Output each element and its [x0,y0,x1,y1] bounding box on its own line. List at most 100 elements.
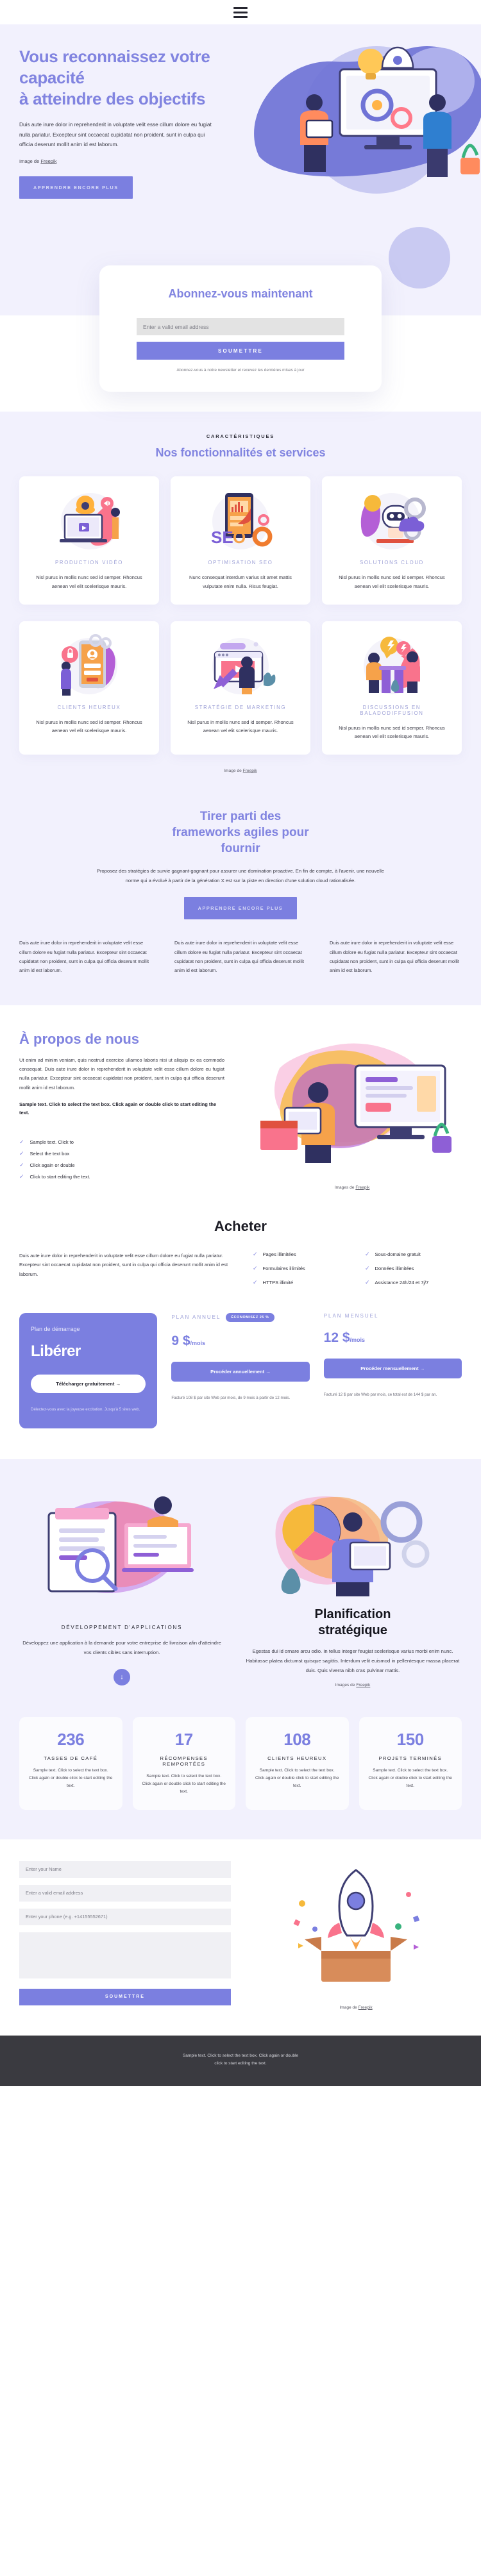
feature-card[interactable]: SOLUTIONS CLOUD Nisl purus in mollis nun… [322,476,462,605]
check-icon: ✓ [253,1264,258,1271]
pricing-feature-label: Données illimitées [375,1265,414,1271]
checklist-item: ✓ Select the text box [19,1150,224,1157]
pricing-feature-label: Sous-domaine gratuit [375,1251,421,1257]
plan-kicker: Plan de démarrage [31,1325,80,1332]
check-icon: ✓ [365,1278,370,1285]
hero-paragraph: Duis aute irure dolor in reprehenderit i… [19,121,212,147]
pricing-feature-label: HTTPS illimité [262,1279,294,1285]
landing-page: Vous reconnaissez votre capacité à attei… [0,0,481,2086]
newsletter-submit-button[interactable]: SOUMETTRE [137,342,344,360]
freepik-link[interactable]: Freepik [359,2005,373,2010]
about-strong-text: Sample text. Click to select the text bo… [19,1101,217,1116]
cloud-solutions-icon [332,485,451,557]
stat-label: TASSES DE CAFÉ [44,1755,98,1762]
hero-title-line2: capacité [19,67,85,87]
plan-annual-cta-button[interactable]: Procéder annuellement → [171,1361,310,1382]
plan-price: 9 $/mois [171,1334,309,1349]
podcast-icon [332,630,451,702]
hero-cta-button[interactable]: APPRENDRE ENCORE PLUS [19,176,133,199]
hamburger-menu-icon[interactable] [233,6,248,18]
arrow-down-icon[interactable]: ↓ [114,1669,130,1685]
freepik-link[interactable]: Freepik [355,1185,369,1190]
agile-cta-button[interactable]: APPRENDRE ENCORE PLUS [183,897,298,920]
plan-kicker: PLAN ANNUEL [171,1314,221,1321]
strategic-title-line2: stratégique [318,1623,387,1637]
stat-number: 150 [396,1730,424,1750]
checklist-item: ✓ Click to start editing the text. [19,1173,224,1180]
plan-free-cta-button[interactable]: Télécharger gratuitement → [31,1374,146,1393]
stat-text: Sample text. Click to select the text bo… [29,1768,113,1788]
stat-card: 236 TASSES DE CAFÉ Sample text. Click to… [19,1717,122,1810]
contact-name-input[interactable] [19,1861,231,1878]
plan-price-amount: 12 [323,1330,339,1345]
strategic-right-column: Planification stratégique Egestas dui id… [244,1485,462,1687]
freepik-link[interactable]: Freepik [40,158,56,164]
plan-kicker: PLAN MENSUEL [323,1312,379,1319]
contact-phone-input[interactable] [19,1908,231,1925]
newsletter-email-input[interactable] [137,318,344,336]
hamburger-bar [233,11,248,13]
strategic-left-column: DÉVELOPPEMENT D'APPLICATIONS Développez … [19,1485,224,1685]
plan-note: Délectez-vous avec la joyeuse excitation… [31,1407,140,1412]
plan-note: Facturé 108 $ par site Web par mois, de … [171,1395,291,1400]
contact-submit-button[interactable]: SOUMETTRE [19,1988,231,2005]
plan-price-amount: 9 [171,1333,180,1348]
feature-card-text: Nunc consequat interdum varius sit amet … [189,574,292,589]
app-development-title: DÉVELOPPEMENT D'APPLICATIONS [61,1624,183,1630]
about-illustration [260,1043,451,1163]
app-development-text: Développez une application à la demande … [22,1639,221,1655]
newsletter-card: Abonnez-vous maintenant SOUMETTRE Abonne… [99,265,382,392]
checklist-label: Click again or double [30,1162,75,1168]
agile-column-text: Duis aute irure dolor in reprehenderit i… [174,940,305,974]
about-checklist: ✓ Sample text. Click to ✓ Select the tex… [19,1139,224,1180]
strategic-image-credit: Images de Freepik [244,1683,462,1687]
stat-card: 17 RÉCOMPENSES REMPORTÉES Sample text. C… [132,1717,235,1810]
checklist-item: ✓ Click again or double [19,1162,224,1168]
feature-card[interactable]: DISCUSSIONS EN BALADODIFFUSION Nisl puru… [322,621,462,755]
pricing-feature: ✓ Assistance 24h/24 et 7j/7 [365,1278,462,1285]
check-icon: ✓ [253,1278,258,1285]
plan-save-badge: ÉCONOMISEZ 25 % [226,1312,274,1322]
about-section: À propos de nous Ut enim ad minim veniam… [0,1005,481,1214]
freepik-link[interactable]: Freepik [243,769,257,773]
credit-prefix: Images de [335,1683,357,1688]
feature-card[interactable]: SE O OPTIMISATION SEO Nunc consequat int… [171,476,310,605]
plan-free-card: Plan de démarrage Libérer Télécharger gr… [19,1312,158,1428]
about-paragraph: Ut enim ad minim veniam, quis nostrud ex… [19,1057,224,1091]
contact-email-input[interactable] [19,1884,231,1902]
agile-title-line2: frameworks agiles pour [172,826,309,840]
hamburger-bar [233,6,248,9]
stat-label: PROJETS TERMINÉS [378,1755,443,1762]
checklist-item: ✓ Sample text. Click to [19,1139,224,1145]
footer: Sample text. Click to select the text bo… [0,2035,481,2086]
decorative-circle [389,227,450,289]
check-icon: ✓ [253,1250,258,1257]
pricing-feature: ✓ Pages illimitées [253,1251,350,1257]
feature-card[interactable]: PRODUCTION VIDÉO Nisl purus in mollis nu… [19,476,159,605]
contact-message-textarea[interactable] [19,1932,231,1978]
freepik-link[interactable]: Freepik [356,1683,370,1687]
stat-label: CLIENTS HEUREUX [267,1755,327,1762]
strategic-section: DÉVELOPPEMENT D'APPLICATIONS Développez … [0,1459,481,1701]
strategic-text: Egestas dui id ornare arcu odio. In tell… [246,1648,460,1673]
plan-annual: PLAN ANNUEL ÉCONOMISEZ 25 % 9 $/mois Pro… [171,1312,310,1401]
check-icon: ✓ [365,1250,370,1257]
plan-monthly-cta-button[interactable]: Procéder mensuellement → [323,1358,462,1378]
agile-title-line1: Tirer parti des [199,810,282,824]
feature-card[interactable]: STRATÉGIE DE MARKETING Nisl purus in mol… [171,621,310,755]
pricing-feature-label: Pages illimitées [262,1251,296,1257]
marketing-strategy-icon [181,630,300,702]
feature-card[interactable]: CLIENTS HEUREUX Nisl purus in mollis nun… [19,621,159,755]
plan-free: Plan de démarrage Libérer Télécharger gr… [19,1312,158,1428]
stat-number: 108 [283,1730,311,1750]
strategic-title: Planification stratégique [244,1607,462,1639]
pricing-intro-row: Duis aute irure dolor in reprehenderit i… [19,1251,462,1294]
stat-card: 150 PROJETS TERMINÉS Sample text. Click … [359,1717,462,1810]
contact-illustration-column: Image de Freepik [250,1861,462,2010]
hero-title: Vous reconnaissez votre capacité à attei… [19,46,231,109]
agile-column-text: Duis aute irure dolor in reprehenderit i… [19,940,149,974]
pricing-feature: ✓ Sous-domaine gratuit [365,1251,462,1257]
contact-image-credit: Image de Freepik [250,2005,462,2010]
pricing-plans: Plan de démarrage Libérer Télécharger gr… [19,1312,462,1428]
check-icon: ✓ [19,1150,24,1157]
